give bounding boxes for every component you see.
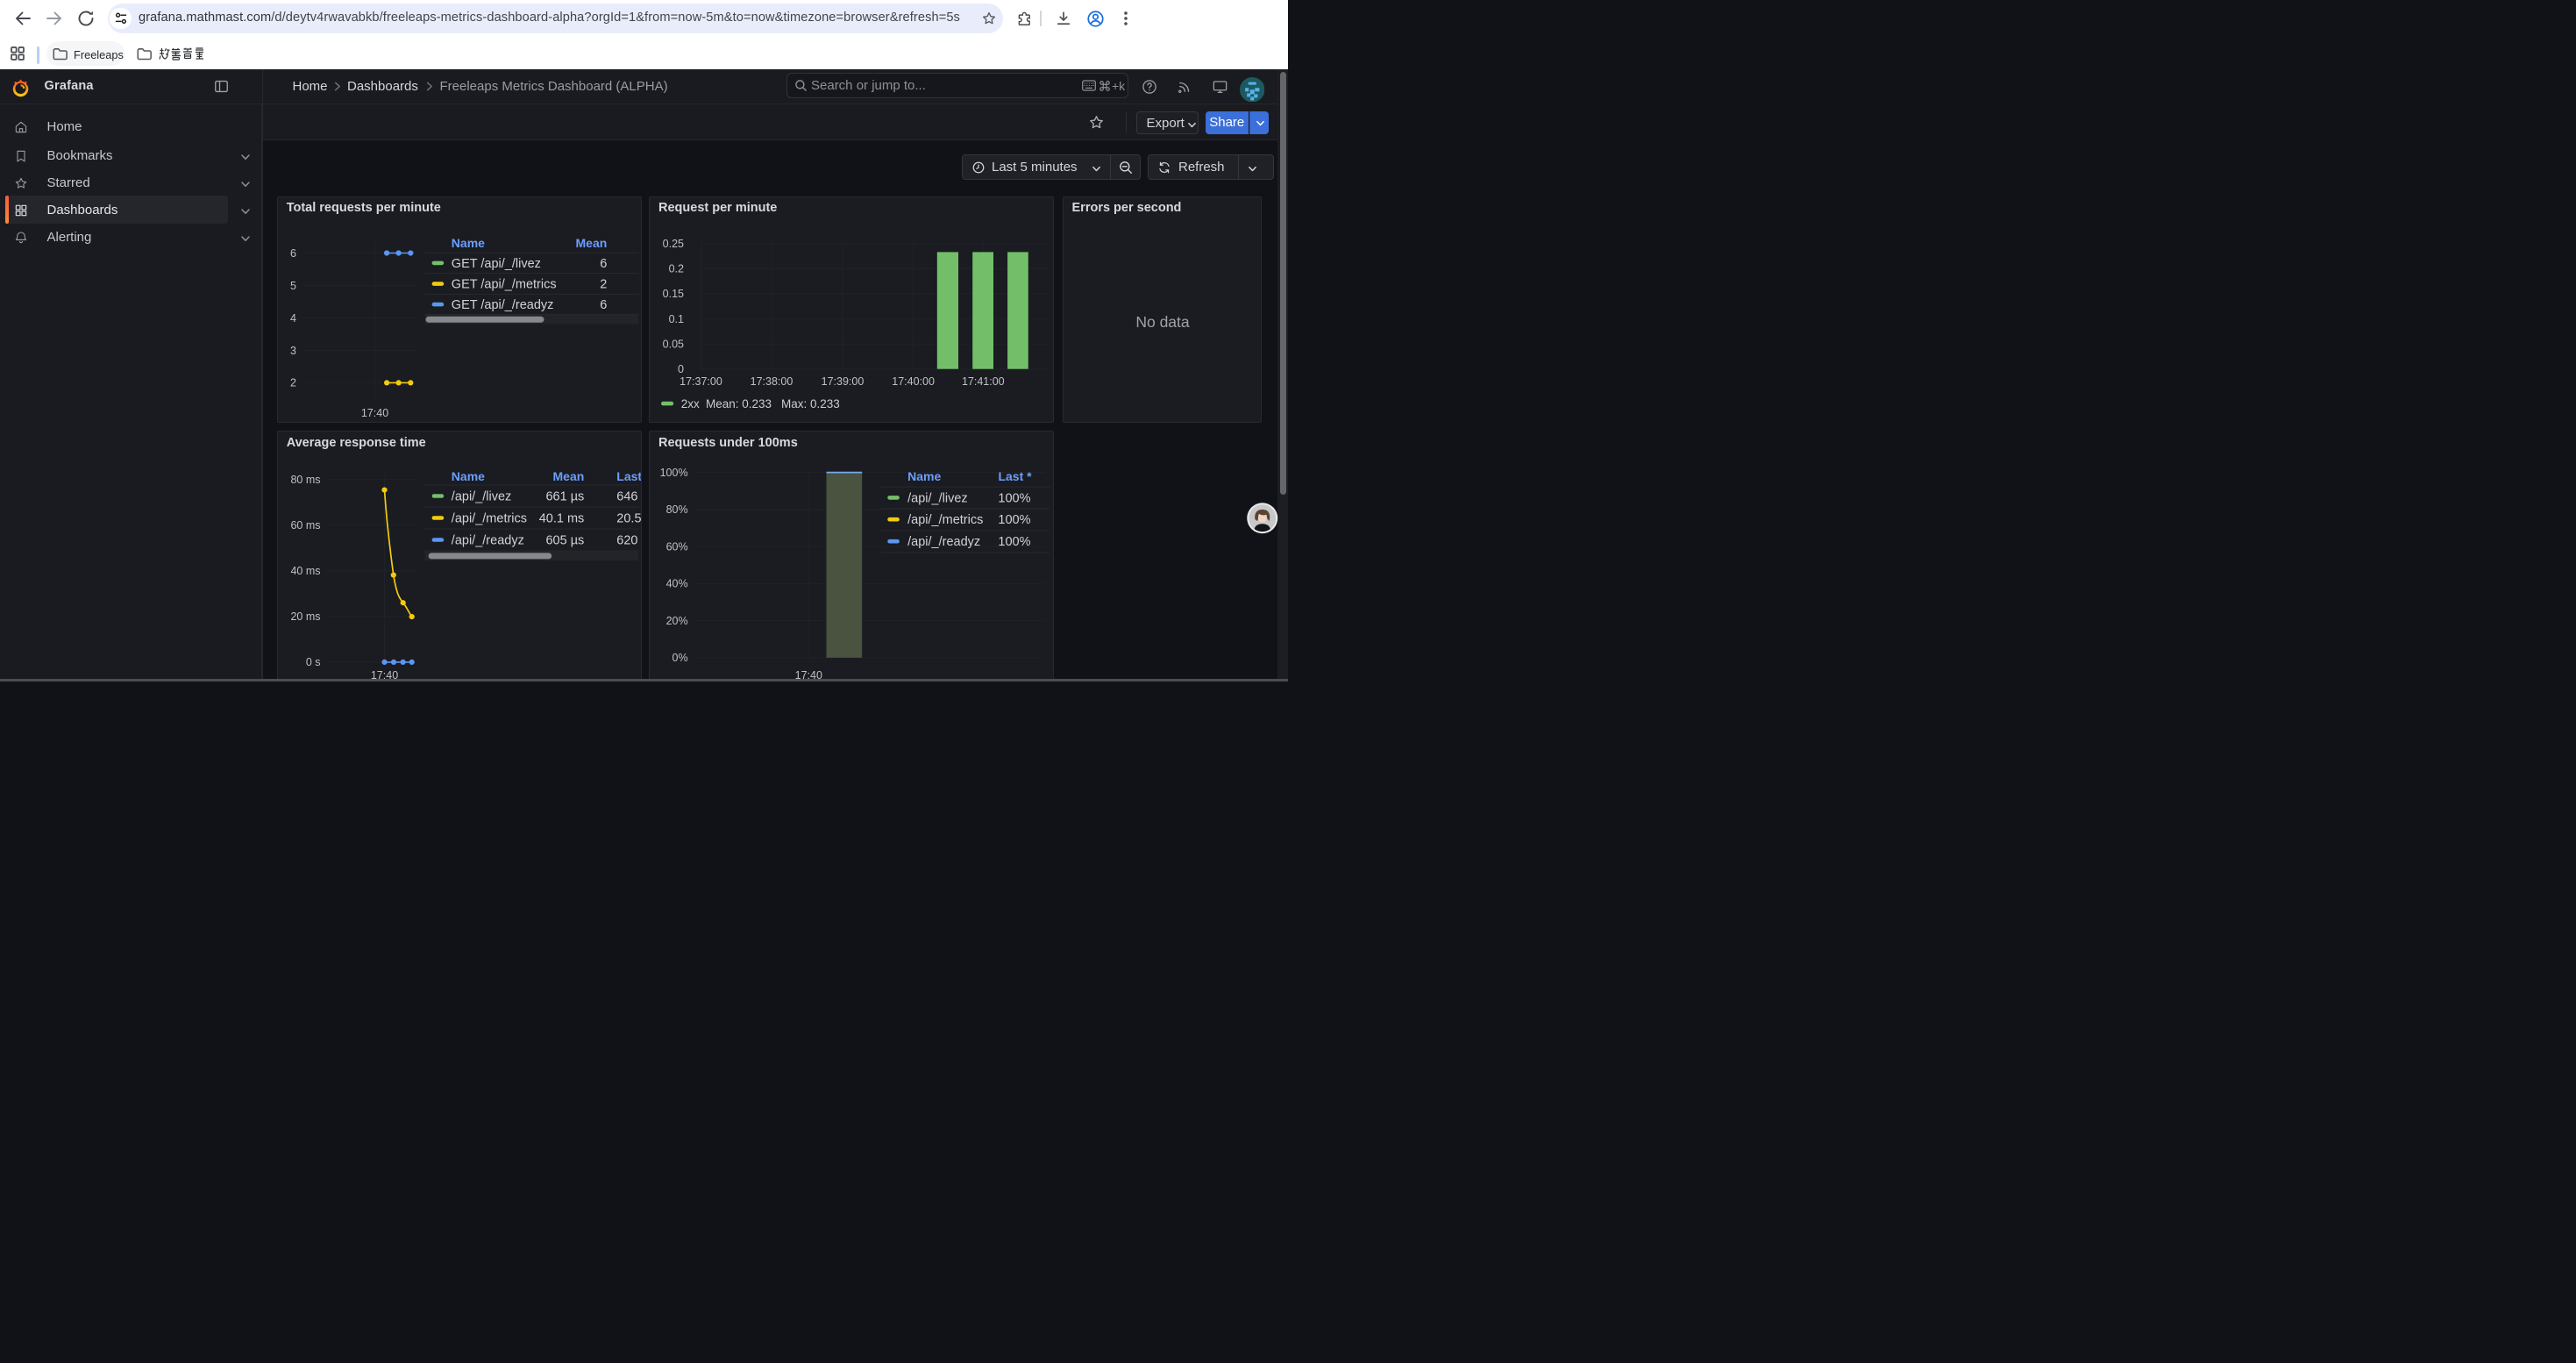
svg-text:40 ms: 40 ms — [290, 565, 320, 577]
svg-text:17:40:00: 17:40:00 — [892, 375, 935, 388]
svg-text:Max: 0.233: Max: 0.233 — [781, 397, 840, 410]
svg-text:20.5 m: 20.5 m — [616, 511, 641, 525]
svg-text:GET /api/_/readyz: GET /api/_/readyz — [452, 298, 554, 312]
svg-text:100%: 100% — [998, 535, 1030, 549]
svg-text:Mean: 0.233: Mean: 0.233 — [706, 397, 772, 410]
svg-text:40%: 40% — [666, 578, 688, 590]
svg-text:GET /api/_/livez: GET /api/_/livez — [452, 256, 541, 270]
svg-text:2xx: 2xx — [681, 397, 700, 410]
svg-text:17:38:00: 17:38:00 — [751, 375, 793, 388]
svg-text:17:40: 17:40 — [361, 407, 388, 419]
svg-text:60%: 60% — [666, 540, 688, 553]
svg-text:4: 4 — [290, 311, 296, 324]
svg-text:17:41:00: 17:41:00 — [962, 375, 1005, 388]
svg-text:100%: 100% — [998, 513, 1030, 527]
svg-text:17:39:00: 17:39:00 — [822, 375, 865, 388]
svg-text:6: 6 — [600, 256, 607, 270]
svg-text:/api/_/metrics: /api/_/metrics — [907, 513, 983, 527]
svg-text:2: 2 — [600, 277, 607, 291]
svg-text:0.1: 0.1 — [669, 312, 684, 325]
svg-text:20%: 20% — [666, 615, 688, 627]
svg-text:0 s: 0 s — [306, 656, 321, 668]
svg-text:661 µs: 661 µs — [545, 489, 584, 503]
svg-text:0.25: 0.25 — [663, 238, 684, 250]
svg-text:80 ms: 80 ms — [290, 474, 320, 486]
svg-text:6: 6 — [290, 246, 296, 259]
svg-text:0.15: 0.15 — [663, 288, 684, 300]
svg-text:80%: 80% — [666, 503, 688, 516]
svg-text:Name: Name — [452, 236, 485, 250]
svg-text:GET /api/_/metrics: GET /api/_/metrics — [452, 277, 557, 291]
svg-text:Last *: Last * — [998, 469, 1032, 483]
svg-text:Name: Name — [907, 469, 941, 483]
svg-text:3: 3 — [290, 344, 296, 356]
svg-text:Mean: Mean — [576, 236, 608, 250]
svg-text:646 µ: 646 µ — [616, 489, 641, 503]
svg-text:/api/_/metrics: /api/_/metrics — [452, 511, 527, 525]
svg-text:Mean: Mean — [553, 469, 585, 483]
svg-text:/api/_/readyz: /api/_/readyz — [907, 535, 980, 549]
svg-text:0.2: 0.2 — [669, 262, 684, 275]
svg-text:20 ms: 20 ms — [290, 610, 320, 623]
svg-text:/api/_/livez: /api/_/livez — [452, 489, 512, 503]
svg-text:100%: 100% — [660, 467, 688, 479]
svg-text:17:37:00: 17:37:00 — [680, 375, 722, 388]
svg-text:2: 2 — [290, 376, 296, 389]
svg-text:0%: 0% — [672, 652, 688, 664]
svg-text:605 µs: 605 µs — [545, 533, 584, 547]
svg-text:620 µ: 620 µ — [616, 533, 641, 547]
svg-text:0.05: 0.05 — [663, 338, 684, 350]
svg-text:Name: Name — [452, 469, 485, 483]
svg-text:/api/_/livez: /api/_/livez — [907, 491, 968, 505]
svg-text:0: 0 — [678, 363, 684, 375]
svg-text:6: 6 — [600, 298, 607, 312]
svg-text:40.1 ms: 40.1 ms — [539, 511, 585, 525]
svg-text:Last *: Last * — [616, 469, 641, 483]
svg-text:/api/_/readyz: /api/_/readyz — [452, 533, 524, 547]
svg-text:100%: 100% — [998, 491, 1030, 505]
svg-text:60 ms: 60 ms — [290, 519, 320, 532]
svg-text:5: 5 — [290, 279, 296, 291]
